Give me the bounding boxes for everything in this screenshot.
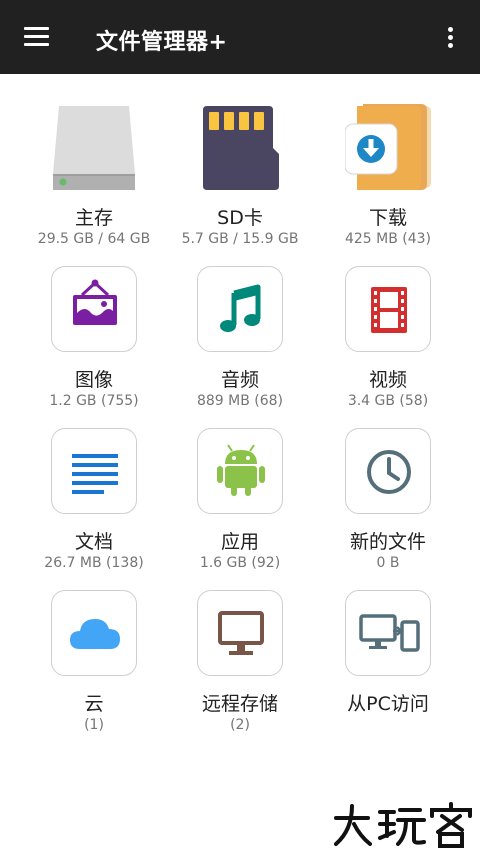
download-folder-icon — [345, 104, 431, 190]
tile-label: 主存 — [74, 207, 113, 229]
tile-label: 图像 — [74, 369, 113, 391]
tile-subtitle: 0 B — [376, 555, 400, 571]
tile-label: 远程存储 — [201, 693, 278, 715]
tile-subtitle: 5.7 GB / 15.9 GB — [181, 231, 299, 247]
tile-subtitle: 1.2 GB (755) — [49, 393, 139, 409]
tile-label: 下载 — [368, 207, 407, 229]
film-icon — [345, 266, 431, 352]
android-icon — [197, 428, 283, 514]
tile-new-files[interactable]: 新的文件 0 B — [314, 428, 462, 578]
sd-card-icon — [197, 104, 283, 190]
watermark-logo — [330, 800, 480, 850]
tile-subtitle: 889 MB (68) — [196, 393, 284, 409]
tile-downloads[interactable]: 下载 425 MB (43) — [314, 104, 462, 254]
tile-remote-storage[interactable]: 远程存储 (2) — [166, 590, 314, 740]
tile-sd-card[interactable]: SD卡 5.7 GB / 15.9 GB — [166, 104, 314, 254]
tile-subtitle: 425 MB (43) — [344, 231, 432, 247]
more-vert-icon — [448, 27, 453, 32]
app-title: 文件管理器+ — [96, 30, 228, 55]
hamburger-menu-icon — [24, 27, 49, 30]
tile-access-from-pc[interactable]: 从PC访问 — [314, 590, 462, 740]
tile-label: 从PC访问 — [347, 693, 429, 715]
tile-documents[interactable]: 文档 26.7 MB (138) — [20, 428, 168, 578]
tile-label: SD卡 — [217, 207, 263, 229]
clock-icon — [345, 428, 431, 514]
tile-video[interactable]: 视频 3.4 GB (58) — [314, 266, 462, 416]
tile-label: 文档 — [74, 531, 113, 553]
tile-label: 新的文件 — [349, 531, 426, 553]
menu-button[interactable] — [14, 17, 60, 57]
monitor-icon — [197, 590, 283, 676]
document-lines-icon — [51, 428, 137, 514]
music-note-icon — [197, 266, 283, 352]
image-icon — [51, 266, 137, 352]
pc-to-phone-icon — [345, 590, 431, 676]
hamburger-menu-icon-bar — [24, 35, 49, 38]
more-vert-icon-dot — [448, 35, 453, 40]
tile-subtitle: 29.5 GB / 64 GB — [37, 231, 151, 247]
tile-label: 云 — [84, 693, 104, 715]
tile-label: 视频 — [368, 369, 407, 391]
tile-label: 应用 — [220, 531, 259, 553]
hard-drive-icon — [51, 104, 137, 190]
tile-subtitle: 3.4 GB (58) — [347, 393, 429, 409]
tile-subtitle: (2) — [230, 717, 250, 733]
tile-images[interactable]: 图像 1.2 GB (755) — [20, 266, 168, 416]
cloud-icon — [51, 590, 137, 676]
tile-cloud[interactable]: 云 (1) — [20, 590, 168, 740]
hamburger-menu-icon-bar — [24, 43, 49, 46]
more-vert-icon-dot — [448, 43, 453, 48]
tile-subtitle: 1.6 GB (92) — [199, 555, 281, 571]
tile-audio[interactable]: 音频 889 MB (68) — [166, 266, 314, 416]
tile-label: 音频 — [220, 369, 259, 391]
app-bar: 文件管理器+ — [0, 0, 480, 74]
tile-subtitle: (1) — [84, 717, 104, 733]
overflow-menu-button[interactable] — [430, 17, 470, 57]
tile-apps[interactable]: 应用 1.6 GB (92) — [166, 428, 314, 578]
tile-subtitle: 26.7 MB (138) — [44, 555, 144, 571]
tile-main-storage[interactable]: 主存 29.5 GB / 64 GB — [20, 104, 168, 254]
